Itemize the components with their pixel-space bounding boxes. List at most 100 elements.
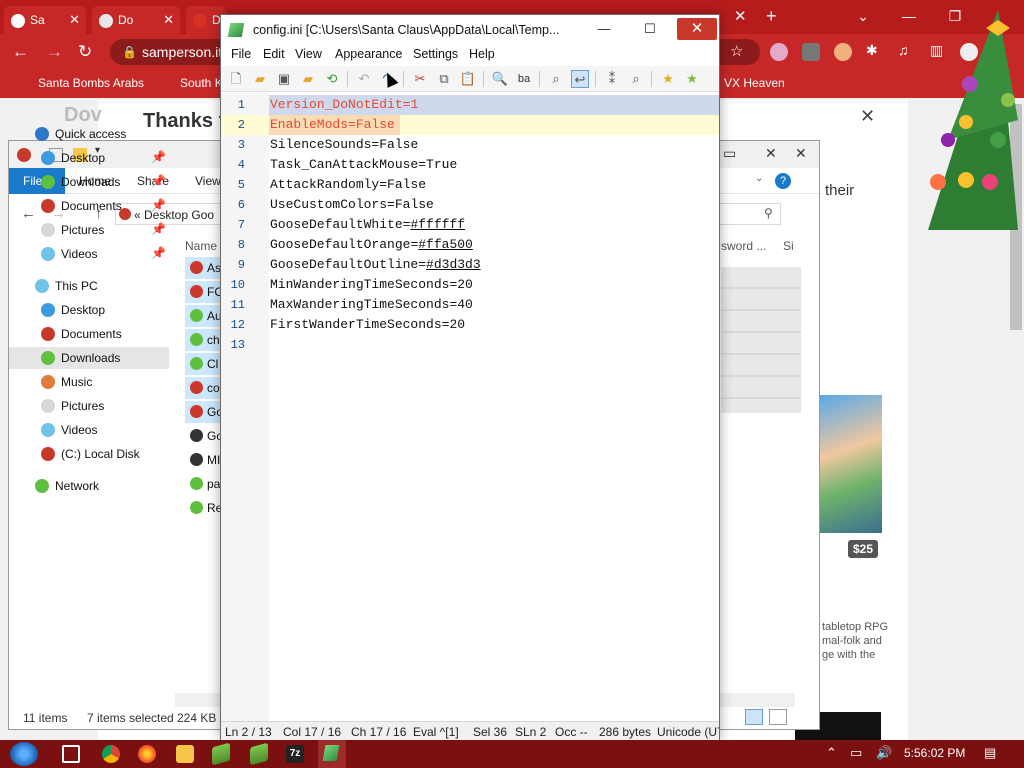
task-view-icon[interactable] — [62, 745, 80, 763]
puzzle-icon[interactable]: ✱ — [866, 42, 878, 59]
editor-toolbar: 🗋 ▰ ▣ ▰ ⟲ ↶ ↷ ✂ ⧉ 📋 🔍 ba ⌕ ↩ ⁑ ⌕ ★ ★ — [221, 66, 719, 92]
nav-item[interactable]: Network — [9, 475, 169, 497]
app-icon[interactable] — [212, 742, 230, 766]
code-line[interactable]: 1 Version_DoNotEdit=1 — [221, 95, 719, 115]
paste-icon[interactable]: 📋 — [459, 70, 477, 88]
save-icon[interactable]: ▣ — [275, 70, 293, 88]
maximize-button[interactable]: ☐ — [635, 19, 665, 39]
code-line[interactable]: 11 MaxWanderingTimeSeconds=40 — [221, 295, 719, 315]
chevron-up-icon[interactable]: ⌃ — [826, 745, 837, 761]
find-icon[interactable]: 🔍 — [491, 70, 509, 88]
app-icon[interactable] — [250, 742, 268, 766]
column-header-name[interactable]: Name — [185, 239, 217, 253]
menu-appearance[interactable]: Appearance — [335, 47, 402, 61]
menu-view[interactable]: View — [295, 47, 322, 61]
close-tab-icon[interactable]: ✕ — [163, 12, 174, 28]
nav-item[interactable]: Downloads — [9, 347, 169, 369]
column-header[interactable]: Si — [783, 239, 794, 253]
extension-icon[interactable] — [834, 43, 852, 61]
start-button[interactable] — [10, 742, 38, 766]
text-editor[interactable]: 1 Version_DoNotEdit=1 2 EnableMods=False 3 Si… — [221, 93, 719, 721]
nav-item[interactable]: Videos 📌 — [9, 243, 169, 265]
minimize-button[interactable]: — — [589, 19, 619, 39]
nav-item[interactable]: This PC — [9, 275, 169, 297]
close-tab-icon[interactable]: ✕ — [734, 7, 747, 25]
zoom-in-icon[interactable]: ⌕ — [627, 70, 645, 88]
menu-help[interactable]: Help — [469, 47, 495, 61]
star-icon[interactable]: ☆ — [730, 42, 743, 60]
firefox-icon[interactable] — [138, 745, 156, 763]
nav-item[interactable]: Downloads 📌 — [9, 171, 169, 193]
nav-item[interactable]: Videos — [9, 419, 169, 441]
nav-item[interactable]: Documents 📌 — [9, 195, 169, 217]
close-button[interactable]: ✕ — [795, 145, 807, 162]
menu-file[interactable]: File — [231, 47, 251, 61]
nav-item[interactable]: Quick access — [9, 123, 169, 145]
extension-icon[interactable] — [802, 43, 820, 61]
bookmark-item[interactable]: Santa Bombs Arabs — [38, 76, 144, 90]
nav-item[interactable]: Pictures — [9, 395, 169, 417]
reload-icon[interactable]: ↻ — [78, 42, 92, 62]
details-view-icon[interactable] — [745, 709, 763, 725]
code-line[interactable]: 7 GooseDefaultWhite=#ffffff — [221, 215, 719, 235]
schemes-icon[interactable]: ⁑ — [603, 70, 621, 88]
code-line[interactable]: 5 AttackRandomly=False — [221, 175, 719, 195]
7zip-icon[interactable]: 7z — [286, 745, 304, 763]
media-icon[interactable]: ♫ — [898, 42, 909, 58]
code-line[interactable]: 8 GooseDefaultOrange=#ffa500 — [221, 235, 719, 255]
network-icon[interactable]: ▭ — [850, 745, 862, 761]
reload-icon[interactable]: ⟲ — [323, 70, 341, 88]
extension-icon[interactable] — [770, 43, 788, 61]
nav-item[interactable]: Desktop — [9, 299, 169, 321]
nav-item[interactable]: Pictures 📌 — [9, 219, 169, 241]
menu-settings[interactable]: Settings — [413, 47, 458, 61]
bookmark-item[interactable]: South K — [180, 76, 223, 90]
browse-icon[interactable]: ▰ — [299, 70, 317, 88]
code-line[interactable]: 6 UseCustomColors=False — [221, 195, 719, 215]
code-line[interactable]: 2 EnableMods=False — [221, 115, 719, 135]
notifications-icon[interactable]: ▤ — [984, 745, 996, 761]
notepad-taskbar-button[interactable] — [318, 740, 346, 768]
code-line[interactable]: 4 Task_CanAttackMouse=True — [221, 155, 719, 175]
bookmark-item[interactable]: VX Heaven — [724, 76, 785, 90]
forward-arrow-icon[interactable]: → — [46, 42, 63, 62]
chevron-down-icon[interactable]: ⌄ — [840, 4, 886, 28]
new-tab-button[interactable]: + — [766, 6, 777, 27]
cut-icon[interactable]: ✂ — [411, 70, 429, 88]
code-line[interactable]: 3 SilenceSounds=False — [221, 135, 719, 155]
code-line[interactable]: 13 — [221, 335, 719, 355]
favorites-star-icon[interactable]: ★ — [659, 70, 677, 88]
code-line[interactable]: 9 GooseDefaultOutline=#d3d3d3 — [221, 255, 719, 275]
nav-item[interactable]: Desktop 📌 — [9, 147, 169, 169]
new-file-icon[interactable]: 🗋 — [227, 70, 245, 88]
chrome-icon[interactable] — [102, 745, 120, 763]
undo-icon[interactable]: ↶ — [355, 70, 373, 88]
code-line[interactable]: 12 FirstWanderTimeSeconds=20 — [221, 315, 719, 335]
column-header[interactable]: sword ... — [721, 239, 766, 253]
nav-item[interactable]: Music — [9, 371, 169, 393]
close-icon[interactable]: ✕ — [860, 106, 875, 127]
file-explorer-icon[interactable] — [176, 745, 194, 763]
maximize-button[interactable]: ▭ — [723, 145, 736, 162]
large-icons-view-icon[interactable] — [769, 709, 787, 725]
help-icon[interactable]: ? — [775, 173, 791, 189]
add-favorite-star-icon[interactable]: ★ — [683, 70, 701, 88]
browser-tab[interactable]: Do ✕ — [92, 6, 180, 34]
nav-item[interactable]: (C:) Local Disk — [9, 443, 169, 465]
volume-icon[interactable]: 🔊 — [876, 745, 892, 761]
chevron-down-icon[interactable]: ⌄ — [755, 173, 763, 184]
word-wrap-icon[interactable]: ↩ — [571, 70, 589, 88]
code-line[interactable]: 10 MinWanderingTimeSeconds=20 — [221, 275, 719, 295]
nav-item[interactable]: Documents — [9, 323, 169, 345]
back-arrow-icon[interactable]: ← — [12, 42, 29, 62]
product-image[interactable] — [820, 395, 882, 533]
open-folder-icon[interactable]: ▰ — [251, 70, 269, 88]
zoom-icon[interactable]: ⌕ — [547, 70, 565, 88]
close-button[interactable]: ✕ — [765, 145, 777, 162]
copy-icon[interactable]: ⧉ — [435, 70, 453, 88]
replace-icon[interactable]: ba — [515, 70, 533, 88]
close-tab-icon[interactable]: ✕ — [69, 12, 80, 28]
close-button[interactable]: ✕ — [677, 18, 717, 40]
browser-tab[interactable]: Sa ✕ — [4, 6, 86, 34]
menu-edit[interactable]: Edit — [263, 47, 285, 61]
